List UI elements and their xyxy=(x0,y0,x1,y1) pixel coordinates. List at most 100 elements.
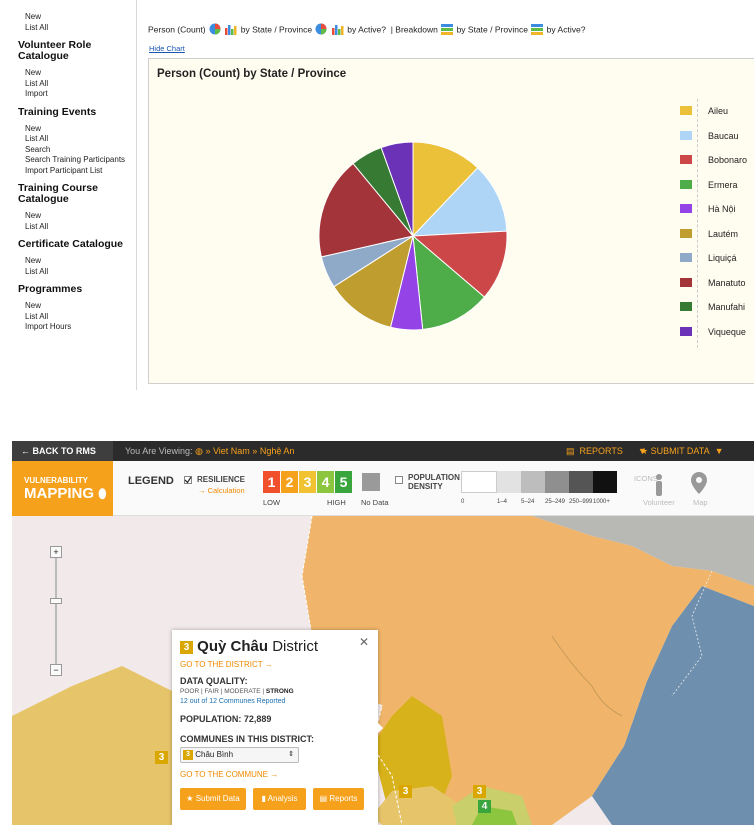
legend-label: Liquiçá xyxy=(708,253,737,263)
population-density-label: POPULATION DENSITY xyxy=(408,473,460,491)
density-label: 250–999 xyxy=(569,499,593,505)
legend-label: Viqueque xyxy=(708,326,746,337)
legend-swatch xyxy=(680,179,692,189)
sidebar-link[interactable]: Import Participant List xyxy=(18,166,136,177)
sidebar-link[interactable]: Search xyxy=(18,145,136,156)
scale-nodata-label: No Data xyxy=(361,498,389,507)
legend-item[interactable]: Viqueque xyxy=(680,324,754,349)
go-to-district-link[interactable]: GO TO THE DISTRICT → xyxy=(180,660,273,669)
hide-chart-link[interactable]: Hide Chart xyxy=(149,44,185,53)
viewing-path[interactable]: » Viet Nam » Nghệ An xyxy=(205,446,294,456)
resilience-checkbox[interactable] xyxy=(184,476,192,484)
density-swatch xyxy=(497,471,521,493)
star-icon: ★ xyxy=(186,794,194,803)
top-bar: ← BACK TO RMS You Are Viewing: ◍ » Viet … xyxy=(12,441,754,461)
resilience-label: RESILIENCE xyxy=(197,475,246,484)
submit-data-menu[interactable]: ★ SUBMIT DATA ▼ xyxy=(640,441,724,461)
legend-item[interactable]: Baucau xyxy=(680,128,754,153)
legend-item[interactable]: Manufahi xyxy=(680,299,754,324)
zoom-handle[interactable] xyxy=(50,598,62,604)
legend-swatch xyxy=(680,106,692,115)
scale-low-label: LOW xyxy=(263,498,281,507)
sidebar-link[interactable]: List All xyxy=(18,267,136,278)
legend-swatch xyxy=(680,277,692,287)
map-district-badge[interactable]: 4 xyxy=(478,798,491,816)
breakdown-chart-icon[interactable] xyxy=(531,23,544,37)
sidebar-link[interactable]: New xyxy=(18,124,136,135)
pie-chart xyxy=(318,141,508,331)
sidebar-section: New List All xyxy=(18,12,136,33)
sidebar-link[interactable]: List All xyxy=(18,23,136,34)
legend-swatch xyxy=(680,204,692,213)
globe-icon[interactable]: ◍ xyxy=(195,446,203,456)
zoom-in-button[interactable]: + xyxy=(50,546,62,558)
legend-item[interactable]: Manatuto xyxy=(680,275,754,300)
data-quality-label: DATA QUALITY: xyxy=(180,676,248,686)
legend-item[interactable]: Hà Nội xyxy=(680,201,754,226)
district-badge: 3 xyxy=(180,640,193,654)
volunteer-label: Volunteer xyxy=(643,498,675,507)
sidebar-link[interactable]: Import xyxy=(18,89,136,100)
pie-chart-icon[interactable] xyxy=(209,23,221,37)
legend-item[interactable]: Aileu xyxy=(680,103,754,128)
density-swatch xyxy=(593,471,617,493)
zoom-out-button[interactable]: − xyxy=(50,664,62,676)
sidebar-link[interactable]: New xyxy=(18,68,136,79)
sidebar-link[interactable]: List All xyxy=(18,79,136,90)
legend-label: Bobonaro xyxy=(708,155,748,165)
map-canvas[interactable] xyxy=(12,516,754,825)
bar-chart-icon[interactable] xyxy=(331,23,344,37)
sidebar-link[interactable]: New xyxy=(18,301,136,312)
map-district-badge[interactable]: 3 xyxy=(155,749,168,767)
sidebar-section-title: Programmes xyxy=(18,283,83,295)
legend-item[interactable]: Ermera xyxy=(680,177,754,202)
sidebar-link[interactable]: List All xyxy=(18,312,136,323)
zoom-control[interactable]: + − xyxy=(50,546,64,676)
volunteer-icon[interactable] xyxy=(654,473,664,497)
density-swatch xyxy=(569,471,593,493)
sidebar-link[interactable]: Import Hours xyxy=(18,322,136,333)
district-suffix: District xyxy=(272,638,319,655)
crumb-rows: by State / Province xyxy=(240,24,313,35)
legend-swatch xyxy=(680,130,692,140)
back-to-rms-button[interactable]: ← BACK TO RMS xyxy=(12,441,113,461)
sidebar-link[interactable]: Search Training Participants xyxy=(18,155,136,166)
data-quality-scale: POOR | FAIR | MODERATE | STRONG xyxy=(180,688,294,695)
commune-select[interactable]: 3 Châu Bình ⇕ xyxy=(180,747,299,763)
go-to-commune-link[interactable]: GO TO THE COMMUNE → xyxy=(180,770,278,779)
communes-reported: 12 out of 12 Communes Reported xyxy=(180,698,286,705)
sidebar-link[interactable]: New xyxy=(18,211,136,222)
vulnerability-mapping-logo[interactable]: VULNERABILITY MAPPING ⬮ xyxy=(12,461,113,516)
reports-menu[interactable]: ▤ REPORTS ▼ xyxy=(566,441,647,461)
reports-button[interactable]: ▤ Reports xyxy=(313,788,364,810)
pie-chart-icon[interactable] xyxy=(315,23,327,37)
legend-bar: VULNERABILITY MAPPING ⬮ LEGEND RESILIENC… xyxy=(12,461,754,516)
crumb-cols: by Active? xyxy=(347,24,386,35)
submit-data-button[interactable]: ★ Submit Data xyxy=(180,788,246,810)
sidebar-link[interactable]: New xyxy=(18,256,136,267)
sidebar-link[interactable]: List All xyxy=(18,134,136,145)
analysis-button[interactable]: ▮ Analysis xyxy=(253,788,306,810)
sidebar-link[interactable]: List All xyxy=(18,222,136,233)
crumb-fact[interactable]: Person (Count) xyxy=(148,24,206,34)
legend-swatch xyxy=(680,228,692,238)
sidebar: New List All Volunteer Role Catalogue New Li… xyxy=(0,0,137,390)
reports-label: REPORTS xyxy=(579,446,623,456)
population-density-checkbox[interactable] xyxy=(395,476,403,484)
sidebar-link[interactable]: New xyxy=(18,12,136,23)
zoom-track[interactable] xyxy=(55,558,57,666)
legend-item[interactable]: Bobonaro xyxy=(680,152,754,177)
close-icon[interactable]: ✕ xyxy=(359,635,369,649)
density-swatch xyxy=(545,471,569,493)
density-label: 5–24 xyxy=(521,499,535,505)
calculation-link[interactable]: → Calculation xyxy=(198,486,245,495)
breakdown-chart-icon[interactable] xyxy=(441,23,454,37)
legend-item[interactable]: Lautém xyxy=(680,226,754,251)
resilience-level-4: 4 xyxy=(317,471,334,493)
bar-chart-icon: ▮ xyxy=(261,794,266,803)
bar-chart-icon[interactable] xyxy=(225,23,237,37)
sidebar-section-title: Training Course Catalogue xyxy=(18,182,98,205)
map-district-badge[interactable]: 3 xyxy=(399,783,412,801)
legend-item[interactable]: Liquiçá xyxy=(680,250,754,275)
map-marker-icon[interactable] xyxy=(691,472,707,494)
